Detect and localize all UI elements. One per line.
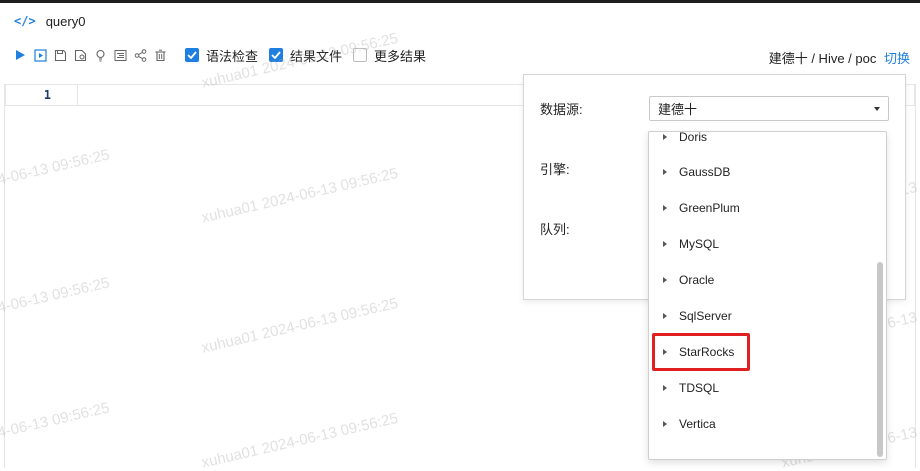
caret-right-icon: [663, 205, 667, 211]
chevron-down-icon: [874, 107, 880, 111]
code-icon: </>: [14, 14, 36, 28]
save-icon[interactable]: [52, 47, 68, 63]
delete-icon[interactable]: [152, 47, 168, 63]
engine-option-gaussdb[interactable]: GaussDB: [649, 154, 879, 190]
syntax-check-checkbox[interactable]: [185, 48, 199, 62]
share-icon[interactable]: [132, 47, 148, 63]
queue-label: 队列:: [540, 222, 570, 237]
engine-option-mysql[interactable]: MySQL: [649, 226, 879, 262]
run-selected-icon[interactable]: [32, 47, 48, 63]
option-label: Oracle: [679, 273, 715, 287]
option-label: MySQL: [679, 237, 720, 251]
tab-title: query0: [45, 13, 86, 29]
option-label: SqlServer: [679, 309, 732, 323]
run-icon[interactable]: [12, 47, 28, 63]
datasource-value: 建德十: [658, 102, 698, 117]
engine-option-tdsql[interactable]: TDSQL: [649, 370, 879, 406]
save-as-icon[interactable]: [72, 47, 88, 63]
engine-option-doris[interactable]: Doris: [649, 131, 879, 155]
result-file-label: 结果文件: [290, 48, 343, 64]
more-results-checkbox[interactable]: [353, 48, 368, 62]
caret-right-icon: [663, 385, 667, 391]
engine-option-sqlserver[interactable]: SqlServer: [649, 298, 879, 334]
result-file-toggle[interactable]: 结果文件: [269, 46, 342, 65]
starrocks-highlight-box: [652, 333, 750, 371]
engine-dropdown[interactable]: Doris GaussDB GreenPlum MySQL Oracle Sql…: [648, 131, 887, 460]
datasource-label: 数据源:: [540, 102, 583, 117]
query-tab[interactable]: </> query0: [0, 3, 920, 39]
format-icon[interactable]: [112, 47, 128, 63]
engine-option-vertica[interactable]: Vertica: [649, 406, 879, 442]
more-results-toggle[interactable]: 更多结果: [353, 46, 426, 65]
caret-right-icon: [663, 277, 667, 283]
option-label: GaussDB: [679, 165, 731, 179]
syntax-check-label: 语法检查: [206, 48, 259, 64]
caret-right-icon: [663, 134, 667, 140]
datasource-breadcrumb: 建德十 / Hive / poc 切换: [769, 48, 910, 67]
dropdown-scrollbar[interactable]: [877, 262, 883, 457]
line-number: 1: [6, 85, 78, 105]
bulb-icon[interactable]: [92, 47, 108, 63]
caret-right-icon: [663, 421, 667, 427]
engine-label: 引擎:: [540, 162, 570, 177]
breadcrumb-path: 建德十 / Hive / poc: [768, 51, 877, 66]
option-label: Doris: [679, 131, 708, 144]
datasource-select[interactable]: 建德十: [649, 96, 889, 121]
option-label: TDSQL: [679, 381, 720, 395]
option-label: Vertica: [679, 417, 716, 431]
caret-right-icon: [663, 241, 667, 247]
switch-link[interactable]: 切换: [884, 51, 910, 66]
more-results-label: 更多结果: [374, 48, 427, 64]
result-file-checkbox[interactable]: [269, 48, 284, 62]
option-label: GreenPlum: [679, 201, 740, 215]
engine-option-greenplum[interactable]: GreenPlum: [649, 190, 879, 226]
engine-option-oracle[interactable]: Oracle: [649, 262, 879, 298]
caret-right-icon: [663, 169, 667, 175]
syntax-check-toggle[interactable]: 语法检查: [185, 46, 258, 65]
caret-right-icon: [663, 313, 667, 319]
